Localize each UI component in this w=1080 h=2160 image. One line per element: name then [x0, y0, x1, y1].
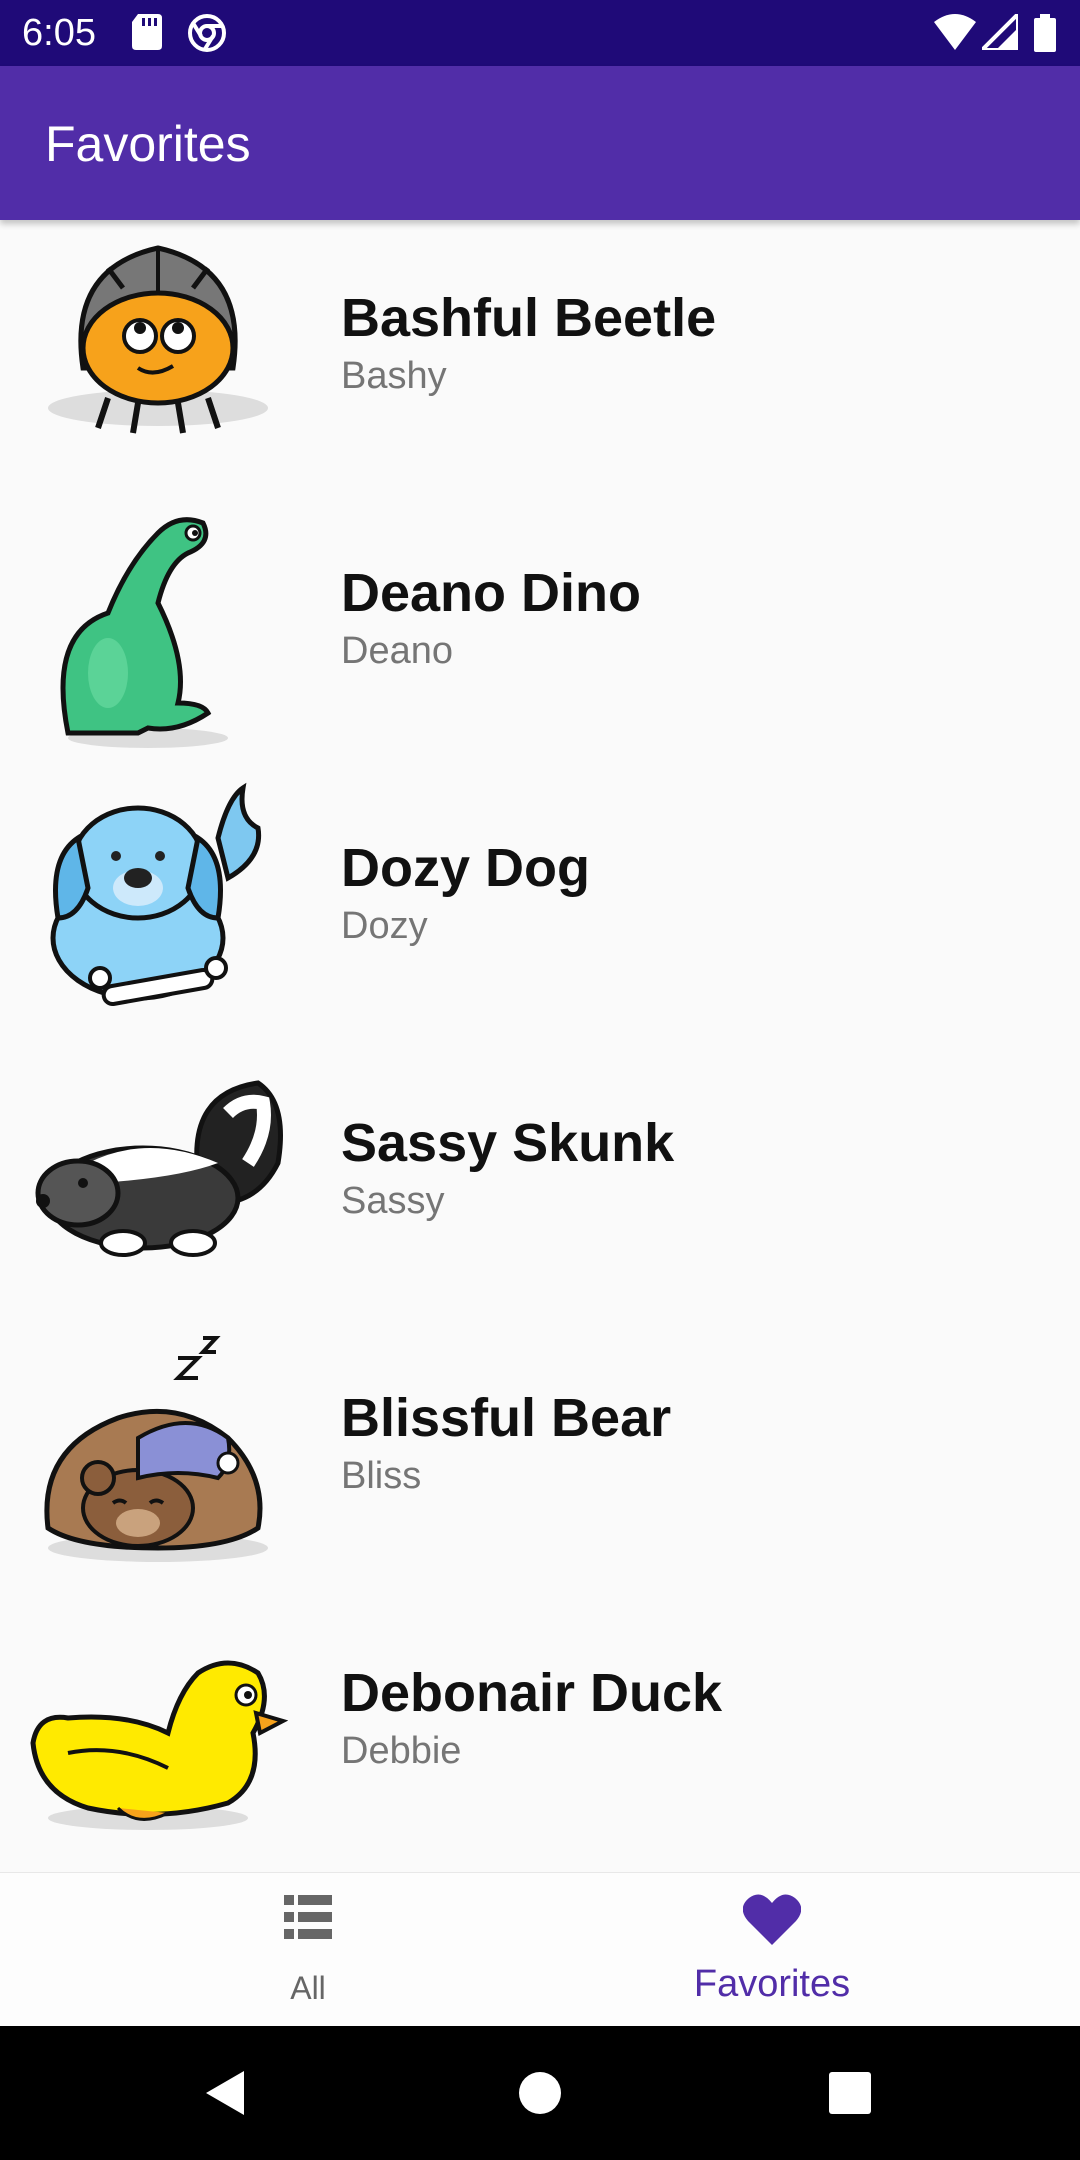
- pet-nickname: Sassy: [341, 1180, 445, 1222]
- pet-name: Blissful Bear: [341, 1388, 672, 1448]
- page-title: Favorites: [45, 116, 251, 172]
- pet-nickname: Bashy: [341, 355, 447, 397]
- app-bar: Favorites: [0, 66, 1080, 220]
- pet-nickname: Bliss: [341, 1455, 422, 1497]
- list-item[interactable]: Debonair Duck Debbie: [0, 1595, 1080, 1870]
- duck-icon: [30, 1660, 288, 1830]
- status-time: 6:05: [22, 12, 96, 54]
- pet-name: Debonair Duck: [341, 1663, 723, 1723]
- pet-name: Sassy Skunk: [341, 1113, 675, 1173]
- nav-label-all: All: [290, 1970, 326, 2006]
- list-item[interactable]: Dozy Dog Dozy: [0, 770, 1080, 1045]
- bottom-navigation: All Favorites: [0, 1872, 1080, 2027]
- dog-icon: [50, 782, 262, 1006]
- list-item[interactable]: Bashful Beetle Bashy: [0, 220, 1080, 495]
- skunk-icon: [35, 1080, 283, 1257]
- recents-icon[interactable]: [818, 2061, 882, 2125]
- pet-name: Deano Dino: [341, 563, 642, 623]
- sd-card-icon: [132, 14, 162, 50]
- back-icon[interactable]: [196, 2061, 260, 2125]
- list-icon: [284, 1895, 332, 1939]
- bear-icon: [44, 1336, 268, 1562]
- dino-icon: [60, 517, 228, 748]
- wifi-icon: [934, 14, 976, 50]
- pet-name: Bashful Beetle: [341, 288, 717, 348]
- beetle-icon: [48, 245, 268, 434]
- battery-icon: [1034, 14, 1056, 52]
- nav-tab-favorites[interactable]: Favorites: [502, 1873, 1042, 2027]
- list-item[interactable]: Deano Dino Deano: [0, 495, 1080, 770]
- pet-nickname: Deano: [341, 630, 453, 672]
- signal-icon: [982, 14, 1018, 50]
- favorites-list[interactable]: Bashful Beetle Bashy Deano Dino Deano Do…: [0, 220, 1080, 1872]
- system-navigation-bar: [0, 2026, 1080, 2160]
- pet-nickname: Debbie: [341, 1730, 462, 1772]
- nav-tab-all[interactable]: All: [38, 1873, 578, 2027]
- list-item[interactable]: Blissful Bear Bliss: [0, 1320, 1080, 1595]
- pet-name: Dozy Dog: [341, 838, 590, 898]
- status-bar: 6:05: [0, 0, 1080, 66]
- pet-nickname: Dozy: [341, 905, 428, 947]
- nav-label-favorites: Favorites: [693, 1963, 851, 2005]
- home-icon[interactable]: [508, 2061, 572, 2125]
- chrome-icon: [188, 14, 226, 52]
- heart-icon: [743, 1894, 801, 1945]
- list-item[interactable]: Sassy Skunk Sassy: [0, 1045, 1080, 1320]
